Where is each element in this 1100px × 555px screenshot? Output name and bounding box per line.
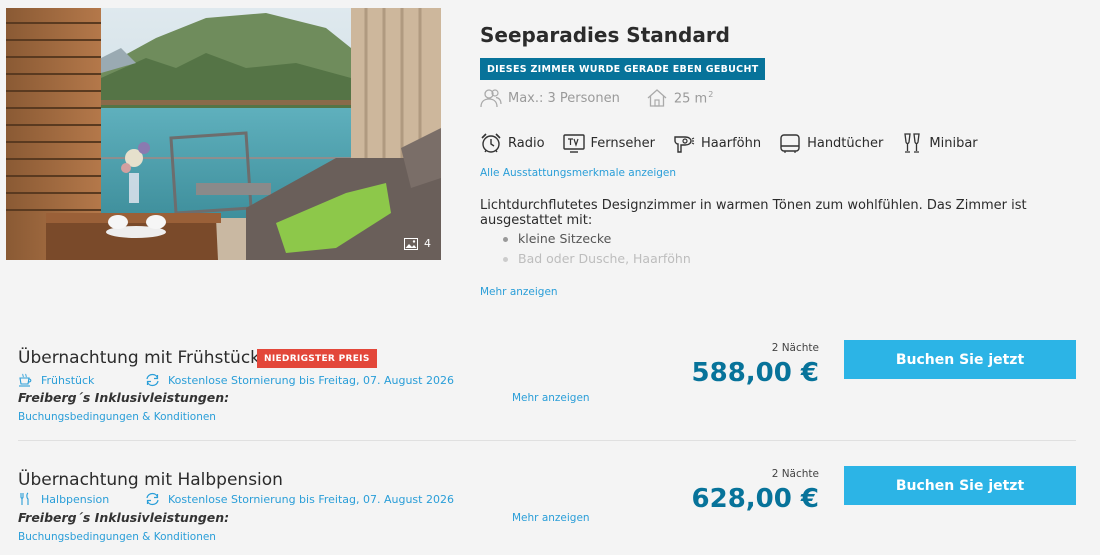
image-icon xyxy=(404,237,418,250)
room-more-link[interactable]: Mehr anzeigen xyxy=(480,286,558,298)
hair-dryer-icon xyxy=(674,136,695,153)
book-now-button[interactable]: Buchen Sie jetzt xyxy=(844,466,1076,505)
conditions-link[interactable]: Buchungsbedingungen & Konditionen xyxy=(18,411,216,423)
fork-knife-icon xyxy=(20,492,29,505)
max-persons-label: Max.: 3 Personen xyxy=(508,90,620,106)
room-photo-image xyxy=(6,8,441,260)
amenity-towels: Handtücher xyxy=(779,132,883,154)
rate-card-halfboard: Übernachtung mit Halbpension Halbpension… xyxy=(18,462,1076,555)
room-description: Lichtdurchflutetes Designzimmer in warme… xyxy=(480,198,1027,228)
rate-more-link[interactable]: Mehr anzeigen xyxy=(512,512,590,524)
room-meta: Max.: 3 Personen 25 m2 xyxy=(480,88,739,108)
room-photo[interactable]: 4 xyxy=(6,8,441,260)
photo-count: 4 xyxy=(404,237,431,250)
book-now-button[interactable]: Buchen Sie jetzt xyxy=(844,340,1076,379)
cancellation-label: Kostenlose Stornierung bis Freitag, 07. … xyxy=(168,373,454,387)
rate-title: Übernachtung mit Frühstück xyxy=(18,348,261,368)
nights-label: 2 Nächte xyxy=(771,342,819,354)
amenity-label: Handtücher xyxy=(807,135,884,151)
amenity-label: Radio xyxy=(508,135,545,151)
refresh-icon xyxy=(146,373,159,387)
towel-icon xyxy=(780,134,800,153)
tv-icon xyxy=(562,134,585,153)
all-features-link[interactable]: Alle Ausstattungsmerkmale anzeigen xyxy=(480,167,676,179)
list-item: kleine Sitzecke xyxy=(500,230,691,250)
rate-details: Frühstück Kostenlose Stornierung bis Fre… xyxy=(18,373,454,387)
inclusive-heading: Freiberg´s Inklusivleistungen: xyxy=(18,390,230,405)
refresh-icon xyxy=(146,492,159,506)
meal-label: Frühstück xyxy=(41,373,95,387)
amenity-tv: Fernseher xyxy=(562,132,656,154)
booked-badge: DIESES ZIMMER WURDE GERADE EBEN GEBUCHT xyxy=(480,58,766,80)
rate-title: Übernachtung mit Halbpension xyxy=(18,470,283,490)
rate-details: Halbpension Kostenlose Stornierung bis F… xyxy=(18,492,454,506)
amenity-label: Minibar xyxy=(929,135,978,151)
list-item: Bad oder Dusche, Haarföhn xyxy=(500,250,691,270)
amenity-radio: Radio xyxy=(480,132,545,154)
amenity-label: Fernseher xyxy=(590,135,656,151)
persons-icon xyxy=(480,89,502,108)
amenity-minibar: Minibar xyxy=(901,132,978,154)
photo-count-label: 4 xyxy=(424,237,431,250)
inclusive-heading: Freiberg´s Inklusivleistungen: xyxy=(18,510,230,525)
amenities-list: Radio Fernseher Haarföhn Handtücher Mini… xyxy=(480,132,996,154)
room-title: Seeparadies Standard xyxy=(480,23,730,47)
feature-bullets: kleine Sitzecke Bad oder Dusche, Haarföh… xyxy=(500,230,691,270)
rate-price: 628,00 € xyxy=(691,484,819,514)
house-icon xyxy=(647,89,667,107)
rate-card-breakfast: Übernachtung mit Frühstück NIEDRIGSTER P… xyxy=(18,336,1076,441)
amenity-label: Haarföhn xyxy=(701,135,762,151)
champagne-glasses-icon xyxy=(904,133,921,153)
room-size-unit: 2 xyxy=(708,89,714,99)
nights-label: 2 Nächte xyxy=(771,468,819,480)
room-size: 25 m2 xyxy=(646,88,713,108)
max-persons: Max.: 3 Personen xyxy=(480,88,620,108)
alarm-clock-icon xyxy=(481,133,501,153)
meal-label: Halbpension xyxy=(41,492,110,506)
cancellation-label: Kostenlose Stornierung bis Freitag, 07. … xyxy=(168,492,454,506)
coffee-cup-icon xyxy=(19,373,32,387)
room-size-label: 25 m xyxy=(673,91,708,107)
rate-price: 588,00 € xyxy=(691,358,819,388)
amenity-hairdryer: Haarföhn xyxy=(673,132,761,154)
rate-more-link[interactable]: Mehr anzeigen xyxy=(512,392,590,404)
lowest-price-badge: NIEDRIGSTER PREIS xyxy=(257,349,377,368)
conditions-link[interactable]: Buchungsbedingungen & Konditionen xyxy=(18,531,216,543)
